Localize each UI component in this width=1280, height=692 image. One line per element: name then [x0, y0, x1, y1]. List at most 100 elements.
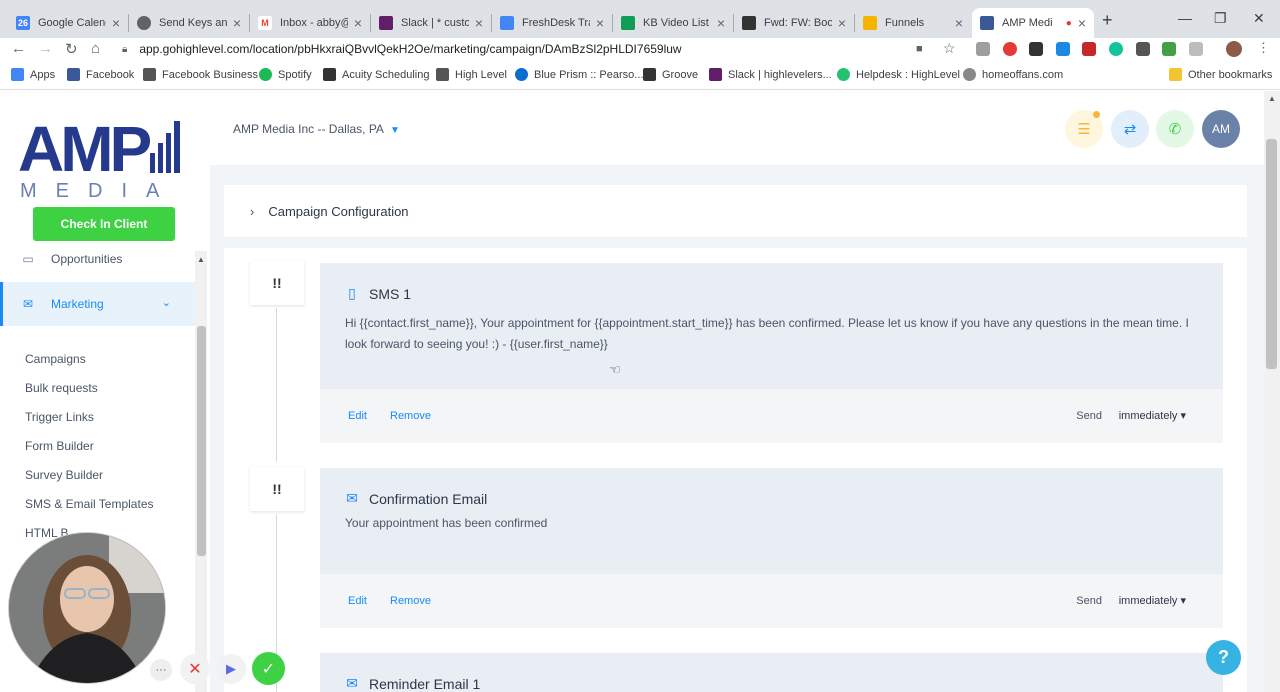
page-scrollbar-thumb[interactable] — [1266, 139, 1277, 369]
drag-handle-icon[interactable]: !! — [250, 467, 304, 511]
step-title: SMS 1 — [369, 285, 412, 302]
extension-icon[interactable] — [1189, 42, 1203, 56]
maximize-icon[interactable]: ❐ — [1214, 10, 1227, 27]
scroll-up-arrow-icon[interactable]: ▲ — [197, 255, 205, 264]
phone-button[interactable]: ✆ — [1156, 110, 1194, 148]
phone-icon: ▯ — [348, 285, 356, 301]
bookmark-slack[interactable]: Slack | highlevelers... — [709, 68, 832, 81]
webcam-overlay — [8, 532, 166, 684]
bookmark-acuity[interactable]: Acuity Scheduling — [323, 68, 429, 81]
bookmark-apps[interactable]: Apps — [11, 68, 55, 81]
sidebar-scrollbar-thumb[interactable] — [197, 326, 206, 556]
back-icon[interactable]: ← — [11, 40, 26, 57]
location-switcher[interactable]: AMP Media Inc -- Dallas, PA ▼ — [233, 122, 400, 136]
avatar[interactable]: AM — [1202, 110, 1240, 148]
more-icon[interactable]: ··· — [150, 659, 172, 681]
forward-icon[interactable]: → — [38, 40, 53, 57]
close-icon[interactable]: × — [1078, 15, 1086, 31]
profile-avatar-icon[interactable] — [1226, 41, 1242, 57]
pause-recording-icon[interactable]: ▶ — [216, 654, 246, 684]
edit-link[interactable]: Edit — [348, 595, 367, 607]
reload-icon[interactable]: ↻ — [65, 40, 78, 58]
bookmark-spotify[interactable]: Spotify — [259, 68, 312, 81]
notification-dot — [1093, 111, 1100, 118]
close-icon[interactable]: × — [955, 15, 963, 31]
browser-toolbar: ← → ↻ ⌂ 🔒︎ app.gohighlevel.com/location/… — [0, 38, 1280, 62]
sidebar-item-opportunities[interactable]: ▭ Opportunities — [0, 249, 195, 269]
helpdesk-icon — [837, 68, 850, 81]
window-close-icon[interactable]: ✕ — [1253, 10, 1265, 27]
scroll-up-arrow-icon[interactable]: ▲ — [1268, 94, 1276, 103]
camera-icon[interactable]: ■ — [916, 43, 923, 55]
apps-grid-icon — [11, 68, 24, 81]
browser-tab[interactable]: Fwd: FW: Book × — [734, 8, 854, 38]
bookmark-facebook-business[interactable]: Facebook Business — [143, 68, 258, 81]
extension-icon[interactable] — [1136, 42, 1150, 56]
extension-icon[interactable] — [1082, 42, 1096, 56]
address-bar[interactable]: 🔒︎ app.gohighlevel.com/location/pbHkxrai… — [118, 38, 968, 60]
switch-button[interactable]: ⇄ — [1111, 110, 1149, 148]
close-icon[interactable]: × — [838, 15, 846, 31]
new-tab-icon[interactable]: + — [1102, 10, 1113, 31]
bookmark-groove[interactable]: Groove — [643, 68, 698, 81]
slack-icon — [379, 16, 393, 30]
menu-icon[interactable]: ⋮ — [1257, 40, 1270, 56]
extension-icon[interactable] — [976, 42, 990, 56]
bookmark-blue-prism[interactable]: Blue Prism :: Pearso... — [515, 68, 643, 81]
remove-link[interactable]: Remove — [390, 410, 431, 422]
sidebar-item-campaigns[interactable]: Campaigns — [25, 352, 86, 366]
extension-icon[interactable] — [1029, 42, 1043, 56]
sidebar-item-form-builder[interactable]: Form Builder — [25, 439, 94, 453]
mail-icon: ✉ — [346, 490, 358, 506]
browser-tab[interactable]: Send Keys and × — [129, 8, 249, 38]
bookmark-helpdesk[interactable]: Helpdesk : HighLevel — [837, 68, 960, 81]
browser-tab[interactable]: M Inbox - abby@ × — [250, 8, 370, 38]
minimize-icon[interactable]: — — [1178, 10, 1192, 26]
extension-icon[interactable] — [1162, 42, 1176, 56]
browser-tab[interactable]: KB Video List - × — [613, 8, 733, 38]
help-button[interactable]: ? — [1206, 640, 1241, 675]
sidebar-item-templates[interactable]: SMS & Email Templates — [25, 497, 154, 511]
edit-link[interactable]: Edit — [348, 410, 367, 422]
sidebar-item-trigger-links[interactable]: Trigger Links — [25, 410, 94, 424]
browser-tab[interactable]: FreshDesk Tran × — [492, 8, 612, 38]
bookmark-homeoffans[interactable]: homeoffans.com — [963, 68, 1063, 81]
close-icon[interactable]: × — [717, 15, 725, 31]
browser-tab-active[interactable]: AMP Medi ● × — [972, 8, 1094, 38]
star-icon[interactable]: ☆ — [943, 40, 956, 57]
opportunities-icon: ▭ — [22, 252, 34, 266]
bookmark-other[interactable]: Other bookmarks — [1169, 68, 1272, 81]
globe-icon — [137, 16, 151, 30]
extension-icon[interactable] — [1003, 42, 1017, 56]
drag-handle-icon[interactable]: !! — [250, 261, 304, 305]
close-icon[interactable]: × — [354, 15, 362, 31]
home-icon[interactable]: ⌂ — [91, 40, 100, 57]
send-timing-select[interactable]: immediately ▾ — [1119, 409, 1186, 422]
send-timing-select[interactable]: immediately ▾ — [1119, 594, 1186, 607]
bookmark-high-level[interactable]: High Level — [436, 68, 507, 81]
main-content: AMP Media Inc -- Dallas, PA ▼ ☰ ⇄ ✆ AM › … — [210, 91, 1264, 692]
sidebar-item-bulk-requests[interactable]: Bulk requests — [25, 381, 98, 395]
close-icon[interactable]: × — [233, 15, 241, 31]
browser-tab[interactable]: 26 Google Calendar × — [8, 8, 128, 38]
sidebar-item-marketing[interactable]: ✉ Marketing ⌄ — [0, 282, 195, 326]
sidebar-item-survey-builder[interactable]: Survey Builder — [25, 468, 103, 482]
close-icon[interactable]: × — [112, 15, 120, 31]
folder-icon — [1169, 68, 1182, 81]
check-in-client-button[interactable]: Check In Client — [33, 207, 175, 241]
close-icon[interactable]: × — [475, 15, 483, 31]
campaign-configuration-panel[interactable]: › Campaign Configuration — [224, 185, 1247, 237]
mail-icon: ✉ — [22, 297, 34, 311]
mail-icon: ✉ — [346, 675, 358, 691]
bookmark-facebook[interactable]: Facebook — [67, 68, 134, 81]
remove-link[interactable]: Remove — [390, 595, 431, 607]
extension-icon[interactable] — [1109, 42, 1123, 56]
close-icon[interactable]: × — [596, 15, 604, 31]
timeline-line — [276, 308, 277, 462]
browser-tab[interactable]: Slack | * custom × — [371, 8, 491, 38]
cancel-recording-icon[interactable]: ✕ — [180, 654, 210, 684]
acuity-icon — [323, 68, 336, 81]
finish-recording-icon[interactable]: ✓ — [252, 652, 285, 685]
browser-tab[interactable]: Funnels × — [855, 8, 971, 38]
extension-icon[interactable] — [1056, 42, 1070, 56]
